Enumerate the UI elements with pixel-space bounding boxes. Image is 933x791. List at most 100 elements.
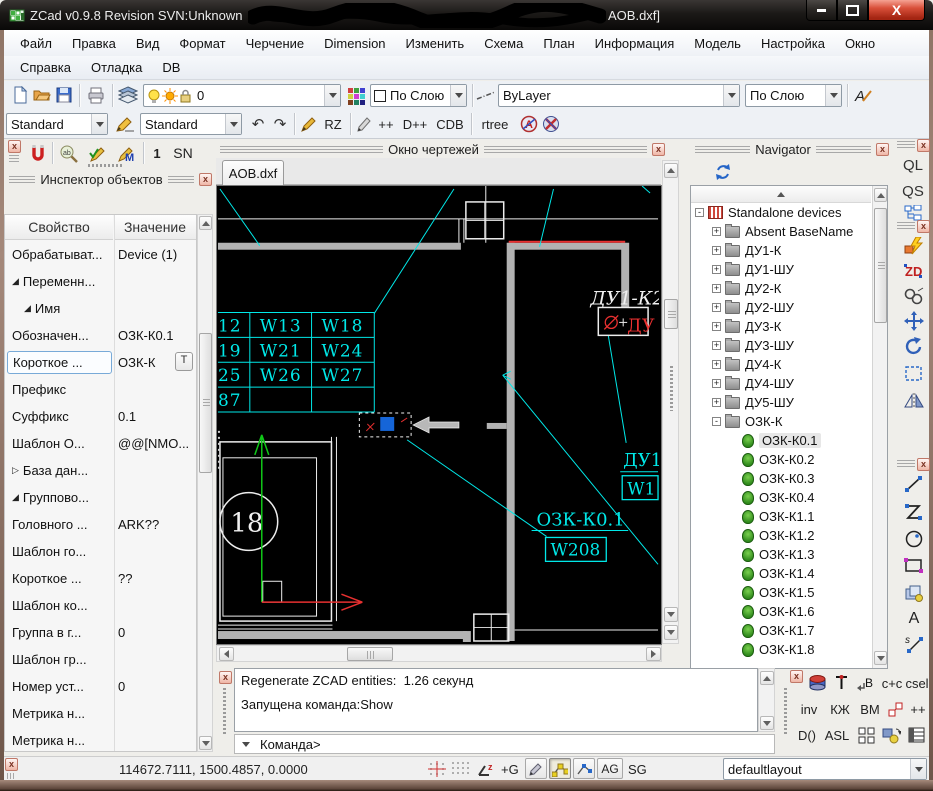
inspector-row[interactable]: Группа в г...0 (5, 619, 196, 646)
inspector-row[interactable]: Шаблон ко... (5, 592, 196, 619)
expand-box[interactable]: + (712, 303, 721, 312)
draw-line-button[interactable] (901, 473, 927, 495)
rtree-button[interactable]: rtree (475, 114, 515, 134)
tree-item[interactable]: +ДУ1-К (691, 241, 871, 260)
scroll-down-button[interactable] (760, 716, 774, 730)
selected-block[interactable] (359, 413, 411, 437)
panel-grip[interactable] (88, 164, 124, 167)
tree-item[interactable]: ОЗК-К1.3 (691, 545, 871, 564)
save-button[interactable] (54, 85, 74, 105)
drawing-vscrollbar[interactable] (662, 160, 679, 644)
scrollbar-thumb[interactable] (199, 333, 212, 473)
collapse-box[interactable]: - (712, 417, 721, 426)
scroll-right-button[interactable] (646, 647, 661, 661)
inspector-header[interactable]: Инспектор объектов (4, 170, 214, 188)
inspector-row[interactable]: Короткое ...ОЗК-КT (5, 349, 196, 376)
grid-snap-button[interactable] (427, 760, 447, 778)
menu-item-Справка[interactable]: Справка (10, 57, 81, 78)
tree-item[interactable]: -Standalone devices (691, 203, 871, 222)
menu-item-Правка[interactable]: Правка (62, 33, 126, 54)
expand-box[interactable]: + (712, 227, 721, 236)
inspector-row[interactable]: Метрика н... (5, 727, 196, 752)
move-button[interactable] (901, 310, 927, 332)
layer-combo[interactable]: 0 (143, 84, 341, 107)
expanded-arrow-icon[interactable]: ◢ (12, 492, 19, 503)
toolbar-close-button[interactable] (917, 458, 930, 471)
menu-item-Модель[interactable]: Модель (684, 33, 751, 54)
text-style-button[interactable]: A (852, 85, 874, 105)
b-anchor-button[interactable]: B (854, 673, 876, 692)
inspector-row[interactable]: ◢Группово... (5, 484, 196, 511)
menu-item-DB[interactable]: DB (152, 57, 190, 78)
scroll-up-button[interactable] (199, 216, 212, 230)
inspector-row[interactable]: Метрика н... (5, 700, 196, 727)
inspector-row[interactable]: Префикс (5, 376, 196, 403)
grid-display-button[interactable] (450, 760, 470, 778)
object-snap-toggle[interactable] (573, 758, 595, 779)
cdb-button[interactable]: CDB (433, 114, 467, 134)
scroll-left-button[interactable] (219, 647, 234, 661)
toolbar-grip[interactable] (897, 460, 915, 467)
snap-toolbar-close-button[interactable] (8, 140, 21, 153)
column-header-value[interactable]: Значение (114, 215, 196, 240)
scroll-up-button[interactable] (874, 188, 887, 202)
menu-item-Информация[interactable]: Информация (585, 33, 685, 54)
scrollbar-thumb[interactable] (874, 208, 887, 323)
draft-pencil-toggle[interactable] (525, 758, 547, 779)
layer-combo-dropdown[interactable] (324, 85, 340, 106)
table-list-button[interactable] (906, 725, 926, 745)
open-file-button[interactable] (32, 85, 52, 105)
autosnap-a-button[interactable]: A (519, 114, 539, 134)
tree-item[interactable]: ОЗК-К0.3 (691, 469, 871, 488)
menu-item-Отладка[interactable]: Отладка (81, 57, 152, 78)
plus-g-toggle[interactable]: +G (501, 762, 519, 777)
d0-button[interactable]: D() (794, 726, 820, 744)
color-bylayer-combo[interactable]: По Слою (370, 84, 467, 107)
color-combo-dropdown[interactable] (450, 85, 466, 106)
selection-grip[interactable] (380, 417, 394, 431)
new-file-button[interactable] (10, 85, 30, 105)
tree-item[interactable]: +ДУ2-ШУ (691, 298, 871, 317)
console-scrollbar[interactable] (758, 668, 775, 732)
quick-change-button[interactable] (901, 235, 927, 257)
select-rect-button[interactable] (901, 363, 927, 385)
edit-m-button[interactable]: M (114, 142, 138, 164)
command-input-row[interactable]: Команда> (234, 734, 775, 754)
scroll-down-button[interactable] (664, 607, 678, 622)
csel-button[interactable]: csel (903, 674, 931, 692)
find-text-button[interactable]: ab (57, 142, 81, 164)
expand-box[interactable]: + (712, 246, 721, 255)
cad-canvas[interactable]: 18 (217, 186, 659, 642)
drawing-window-header[interactable]: Окно чертежей (215, 140, 666, 158)
lineweight-combo-dropdown[interactable] (825, 85, 841, 106)
statusbar-close-button[interactable] (5, 758, 18, 771)
dplusplus-button[interactable]: D++ (399, 114, 431, 134)
ucs-button[interactable]: z (474, 760, 498, 778)
draw-text-button[interactable]: A (901, 608, 927, 630)
kzh-button[interactable]: КЖ (826, 700, 854, 718)
tree-item[interactable]: +ДУ5-ШУ (691, 393, 871, 412)
menu-item-Окно[interactable]: Окно (835, 33, 885, 54)
autosnap-x-button[interactable] (541, 114, 561, 134)
draw-circle-button[interactable] (901, 528, 927, 550)
pp-button[interactable]: ++ (906, 700, 930, 718)
polar-snap-toggle[interactable] (549, 758, 571, 779)
menu-item-Черчение[interactable]: Черчение (236, 33, 315, 54)
tree-item[interactable]: -ОЗК-К (691, 412, 871, 431)
expanded-arrow-icon[interactable]: ◢ (12, 276, 19, 287)
expand-box[interactable]: + (712, 322, 721, 331)
maximize-button[interactable] (837, 0, 868, 21)
draw-polyline-button[interactable] (901, 501, 927, 523)
refresh-button[interactable] (710, 161, 736, 183)
navigator-close-button[interactable] (876, 143, 889, 156)
drawing-hscrollbar[interactable] (216, 645, 662, 662)
inspector-row[interactable]: Шаблон О...@@[NMO... (5, 430, 196, 457)
edit-pencil-button[interactable] (355, 114, 373, 134)
tree-item[interactable]: ОЗК-К1.8 (691, 640, 871, 659)
collapsed-arrow-icon[interactable]: ▷ (12, 465, 19, 476)
qs-button[interactable]: QS (897, 180, 929, 202)
toolbar-grip[interactable] (9, 155, 19, 162)
redo-button[interactable]: ↷ (270, 114, 290, 134)
tree-item[interactable]: +ДУ3-К (691, 317, 871, 336)
menu-item-План[interactable]: План (533, 33, 584, 54)
